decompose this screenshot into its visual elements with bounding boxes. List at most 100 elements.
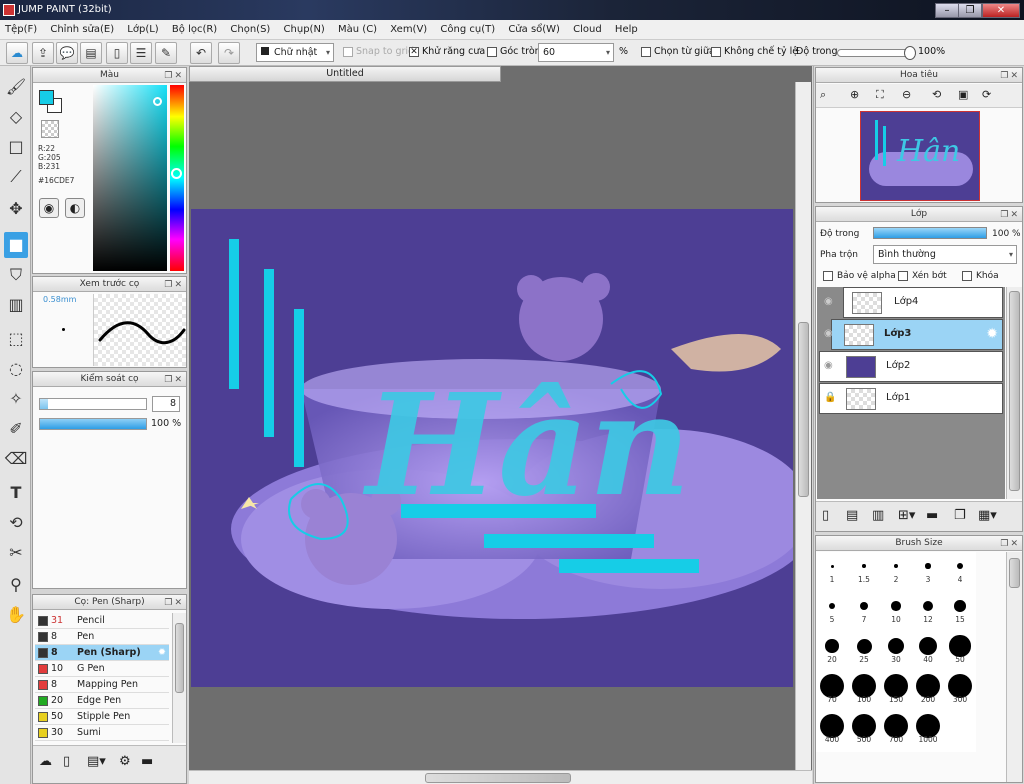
menu-file[interactable]: Tệp(F) xyxy=(0,20,42,40)
visibility-icon[interactable]: ◉ xyxy=(824,328,833,339)
transparent-color-swatch[interactable] xyxy=(41,120,59,138)
brush-size-option[interactable]: 100 xyxy=(848,672,880,704)
rectangle-tool-icon[interactable]: □ xyxy=(4,134,28,160)
brush-size-option[interactable]: 40 xyxy=(912,632,944,664)
brush-size-option[interactable]: 15 xyxy=(944,592,976,624)
edit-icon[interactable]: ✎ xyxy=(155,42,177,64)
new-layer-8bit-icon[interactable]: ▤ xyxy=(846,508,858,523)
minimize-button[interactable]: – xyxy=(935,3,959,18)
close-button[interactable]: ✕ xyxy=(982,3,1020,18)
brush-size-option[interactable]: 300 xyxy=(944,672,976,704)
brush-list-scrollbar[interactable] xyxy=(172,613,186,743)
saturation-value-picker[interactable] xyxy=(93,85,167,271)
brush-cloud-icon[interactable]: ☁ xyxy=(39,754,52,769)
artwork-canvas[interactable]: Hân xyxy=(191,209,793,687)
brush-size-option[interactable]: 400 xyxy=(816,712,848,744)
layer-item-2[interactable]: ◉ Lớp2 xyxy=(819,351,1003,382)
reset-view-icon[interactable]: ▣ xyxy=(958,88,968,101)
select-center-checkbox[interactable] xyxy=(641,47,651,57)
brush-list-item[interactable]: 8 Pen (Sharp) ✹ xyxy=(35,645,169,661)
layer-list-scroll-thumb[interactable] xyxy=(1009,291,1020,491)
lock-icon[interactable]: 🔒 xyxy=(824,392,836,403)
brush-size-option[interactable]: 12 xyxy=(912,592,944,624)
canvas-hscroll-thumb[interactable] xyxy=(425,773,571,783)
brush-size-option[interactable]: 1.5 xyxy=(848,552,880,584)
palette-icon[interactable]: ◉ xyxy=(39,198,59,218)
new-brush-icon[interactable]: ▯ xyxy=(63,754,70,769)
zoom-tool-icon[interactable]: ⌕ xyxy=(820,88,826,102)
brush-opacity-slider[interactable] xyxy=(39,418,147,430)
hand-tool-icon[interactable]: ✋ xyxy=(4,602,28,628)
brush-size-option[interactable]: 5 xyxy=(816,592,848,624)
new-layer-1bit-icon[interactable]: ▥ xyxy=(872,508,884,523)
brush-list-item[interactable]: 8 Pen xyxy=(35,629,169,645)
opacity-slider-handle[interactable] xyxy=(904,46,916,60)
rotate-left-icon[interactable]: ⟲ xyxy=(932,88,941,101)
move-tool-icon[interactable]: ✥ xyxy=(4,196,28,222)
canvas-vscroll-thumb[interactable] xyxy=(798,322,809,497)
brush-size-option[interactable]: 7 xyxy=(848,592,880,624)
add-layer-menu-icon[interactable]: ⊞▾ xyxy=(898,508,915,523)
panel-controls[interactable]: ❐✕ xyxy=(1000,208,1020,222)
blend-mode-select[interactable]: Bình thường xyxy=(873,245,1017,264)
brush-folder-icon[interactable]: ▬ xyxy=(141,754,153,769)
navigator-thumbnail[interactable]: Hân xyxy=(860,111,980,201)
brush-size-scroll-thumb[interactable] xyxy=(1009,558,1020,588)
maximize-button[interactable]: ❐ xyxy=(958,3,982,18)
undo-icon[interactable]: ↶ xyxy=(190,42,212,64)
rect-select-tool-icon[interactable]: ⬚ xyxy=(4,326,28,352)
brush-list-item[interactable]: 31 Pencil xyxy=(35,613,169,629)
brush-list-scroll-thumb[interactable] xyxy=(175,623,184,693)
sv-picker-handle[interactable] xyxy=(153,97,162,106)
brush-size-option[interactable]: 4 xyxy=(944,552,976,584)
brush-size-option[interactable]: 200 xyxy=(912,672,944,704)
menu-capture[interactable]: Chụp(N) xyxy=(279,20,330,40)
hue-slider[interactable] xyxy=(170,85,184,271)
menu-tools[interactable]: Công cụ(T) xyxy=(435,20,500,40)
bucket-tool-icon[interactable]: ⛉ xyxy=(4,262,28,288)
brush-size-option[interactable]: 3 xyxy=(912,552,944,584)
fill-rect-tool-icon[interactable]: ■ xyxy=(4,232,28,258)
brush-tool-icon[interactable]: 🖌 xyxy=(4,74,28,100)
menu-select[interactable]: Chọn(S) xyxy=(225,20,275,40)
layer-item-1[interactable]: 🔒 Lớp1 xyxy=(819,383,1003,414)
select-pen-tool-icon[interactable]: ✐ xyxy=(4,416,28,442)
brush-list-item[interactable]: 10 G Pen xyxy=(35,661,169,677)
document-tab[interactable]: Untitled xyxy=(189,66,501,82)
lock-checkbox[interactable] xyxy=(962,271,972,281)
layer-folder-icon[interactable]: ▬ xyxy=(926,508,938,523)
gradient-tool-icon[interactable]: ▥ xyxy=(4,292,28,318)
share-icon[interactable]: ⇪ xyxy=(32,42,54,64)
opacity-slider[interactable] xyxy=(837,46,916,60)
eyedropper-tool-icon[interactable]: ⚲ xyxy=(4,572,28,598)
fit-icon[interactable]: ⛶ xyxy=(876,88,884,102)
menu-edit[interactable]: Chỉnh sửa(E) xyxy=(45,20,119,40)
page-icon[interactable]: ▯ xyxy=(106,42,128,64)
clipping-checkbox[interactable] xyxy=(898,271,908,281)
panel-controls[interactable]: ❐✕ xyxy=(1000,69,1020,83)
divide-tool-icon[interactable]: ✂ xyxy=(4,540,28,566)
round-value-select[interactable]: 60 xyxy=(538,43,614,62)
brush-settings-icon[interactable]: ✹ xyxy=(158,645,166,660)
cloud-icon[interactable]: ☁ xyxy=(6,42,28,64)
antialias-checkbox[interactable]: ✕ xyxy=(409,47,419,57)
snap-to-grid-checkbox[interactable] xyxy=(343,47,353,57)
message-icon[interactable]: ▤ xyxy=(80,42,102,64)
select-eraser-tool-icon[interactable]: ⌫ xyxy=(4,446,28,472)
line-tool-icon[interactable]: ⟋ xyxy=(4,164,28,190)
keep-ratio-checkbox[interactable] xyxy=(711,47,721,57)
panel-controls[interactable]: ❐✕ xyxy=(164,69,184,83)
lasso-tool-icon[interactable]: ◌ xyxy=(4,356,28,382)
zoom-in-icon[interactable]: ⊕ xyxy=(850,88,859,101)
shape-select[interactable]: Chữ nhật xyxy=(256,43,334,62)
panel-controls[interactable]: ❐✕ xyxy=(164,373,184,387)
brush-list-item[interactable]: 50 Stipple Pen xyxy=(35,709,169,725)
canvas-area[interactable]: Untitled Hân xyxy=(189,66,812,784)
brush-size-option[interactable]: 700 xyxy=(880,712,912,744)
layer-more-icon[interactable]: ▦▾ xyxy=(978,508,997,523)
comment-icon[interactable]: 💬 xyxy=(56,42,78,64)
brush-list-item[interactable]: 20 Edge Pen xyxy=(35,693,169,709)
brush-size-option[interactable]: 500 xyxy=(848,712,880,744)
brush-list-item[interactable]: 30 Sumi xyxy=(35,725,169,741)
duplicate-layer-icon[interactable]: ❐ xyxy=(954,508,966,523)
